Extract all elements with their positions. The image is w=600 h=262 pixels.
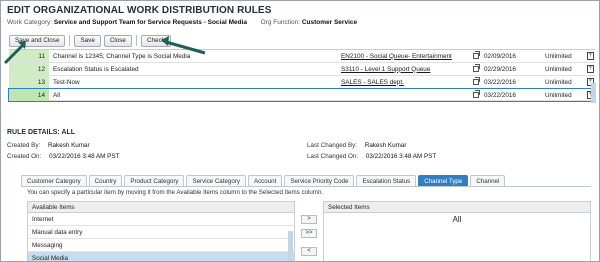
last-changed-by: Last Changed By: Rakesh Kumar <box>307 142 406 149</box>
available-items-list: Available Items Internet Manual data ent… <box>27 201 295 261</box>
available-scrollbar[interactable] <box>288 231 293 261</box>
created-by-label: Created By: <box>7 142 41 149</box>
changed-on-value: 03/22/2016 3:48 AM PST <box>365 153 437 160</box>
instruction-text: You can specify a particular item by mov… <box>27 189 324 196</box>
created-on-value: 03/22/2016 3:48 AM PST <box>49 153 120 160</box>
limit-value: Unlimited <box>545 78 572 86</box>
rule-name: Escalation Status is Escalated <box>53 65 139 73</box>
tab-service-category[interactable]: Service Category <box>186 175 246 186</box>
copy-icon[interactable] <box>473 64 480 72</box>
list-item-highlighted[interactable]: Social Media <box>28 252 294 261</box>
work-category-label: Work Category: <box>7 19 53 26</box>
org-unit-link[interactable]: S3110 - Level 1 Support Queue <box>341 66 430 73</box>
org-function-label: Org Function: <box>260 19 301 26</box>
list-item[interactable]: Internet <box>28 213 294 226</box>
table-row-selected[interactable]: 14 All 03/22/2016 Unlimited ⤒ <box>8 88 596 102</box>
row-number: 14 <box>9 89 49 101</box>
limit-value: Unlimited <box>545 65 572 73</box>
rule-name: Channel is 12345; Channel Type is Social… <box>53 52 191 60</box>
org-function-value: Customer Service <box>301 19 358 26</box>
created-on-label: Created On: <box>7 153 42 160</box>
rules-table: 11 Channel is 12345; Channel Type is Soc… <box>8 49 596 102</box>
move-all-right-button[interactable]: >> <box>301 229 317 238</box>
list-item[interactable]: Manual data entry <box>28 226 294 239</box>
tab-escalation-status[interactable]: Escalation Status <box>356 175 417 186</box>
copy-icon[interactable] <box>473 90 480 98</box>
org-unit-link[interactable]: EN2100 - Social Queue- Entertainment <box>341 53 452 60</box>
context-info: Work Category: Service and Support Team … <box>7 19 357 26</box>
row-number: 13 <box>9 76 49 88</box>
page-title: EDIT ORGANIZATIONAL WORK DISTRIBUTION RU… <box>7 5 272 16</box>
limit-value: Unlimited <box>545 52 572 60</box>
rule-name: All <box>53 91 61 99</box>
table-row[interactable]: 12 Escalation Status is Escalated S3110 … <box>9 63 595 76</box>
tab-service-priority-code[interactable]: Service Priority Code <box>284 175 355 186</box>
tab-channel[interactable]: Channel <box>470 175 506 186</box>
created-by-value: Rakesh Kumar <box>48 142 90 149</box>
valid-from-date: 03/22/2016 <box>484 78 516 86</box>
app-window: EDIT ORGANIZATIONAL WORK DISTRIBUTION RU… <box>0 0 600 262</box>
list-item[interactable]: Messaging <box>28 239 294 252</box>
tab-country[interactable]: Country <box>88 175 123 186</box>
save-button[interactable]: Save <box>74 34 101 47</box>
row-number: 12 <box>9 63 49 75</box>
table-row[interactable]: 13 Test-Now SALES - SALES dept. 03/22/20… <box>9 76 595 89</box>
changed-by-label: Last Changed By: <box>307 142 358 149</box>
tab-divider <box>21 186 591 187</box>
valid-from-date: 03/22/2016 <box>484 91 516 99</box>
available-items-header: Available Items <box>28 202 294 213</box>
last-changed-on: Last Changed On: 03/22/2016 3:48 AM PST <box>307 153 436 160</box>
created-on: Created On: 03/22/2016 3:48 AM PST <box>7 153 119 160</box>
transfer-icon[interactable]: ⤒ <box>587 65 594 73</box>
tab-account[interactable]: Account <box>247 175 283 186</box>
row-number: 11 <box>9 50 49 62</box>
tab-product-category[interactable]: Product Category <box>124 175 185 186</box>
rule-details-heading: RULE DETAILS: ALL <box>7 129 76 136</box>
move-right-button[interactable]: > <box>301 215 317 224</box>
selected-items-list: Selected Items All <box>323 201 591 261</box>
copy-icon[interactable] <box>473 77 480 85</box>
copy-icon[interactable] <box>473 51 480 59</box>
work-category-value: Service and Support Team for Service Req… <box>53 19 247 26</box>
check-button[interactable]: Check <box>140 34 171 47</box>
save-and-close-button[interactable]: Save and Close <box>9 34 66 47</box>
rule-name: Test-Now <box>53 78 80 86</box>
limit-value: Unlimited <box>545 91 572 99</box>
list-item[interactable]: All <box>324 213 590 224</box>
changed-on-label: Last Changed On: <box>307 153 359 160</box>
tab-channel-type[interactable]: Channel Type <box>418 175 469 186</box>
changed-by-value: Rakesh Kumar <box>364 142 407 149</box>
table-scrollbar[interactable] <box>591 83 596 103</box>
transfer-icon[interactable]: ⤒ <box>587 52 594 60</box>
valid-from-date: 02/09/2016 <box>484 52 516 60</box>
close-button[interactable]: Close <box>103 34 132 47</box>
tab-customer-category[interactable]: Customer Category <box>21 175 87 186</box>
selected-items-header: Selected Items <box>324 202 590 213</box>
toolbar-divider <box>135 35 137 46</box>
table-row[interactable]: 11 Channel is 12345; Channel Type is Soc… <box>9 50 595 63</box>
toolbar: Save and Close Save Close Check <box>9 34 171 47</box>
toolbar-divider <box>69 35 71 46</box>
org-unit-link[interactable]: SALES - SALES dept. <box>341 79 404 86</box>
created-by: Created By: Rakesh Kumar <box>7 142 90 149</box>
move-left-button[interactable]: < <box>301 247 317 256</box>
valid-from-date: 02/29/2016 <box>484 65 516 73</box>
